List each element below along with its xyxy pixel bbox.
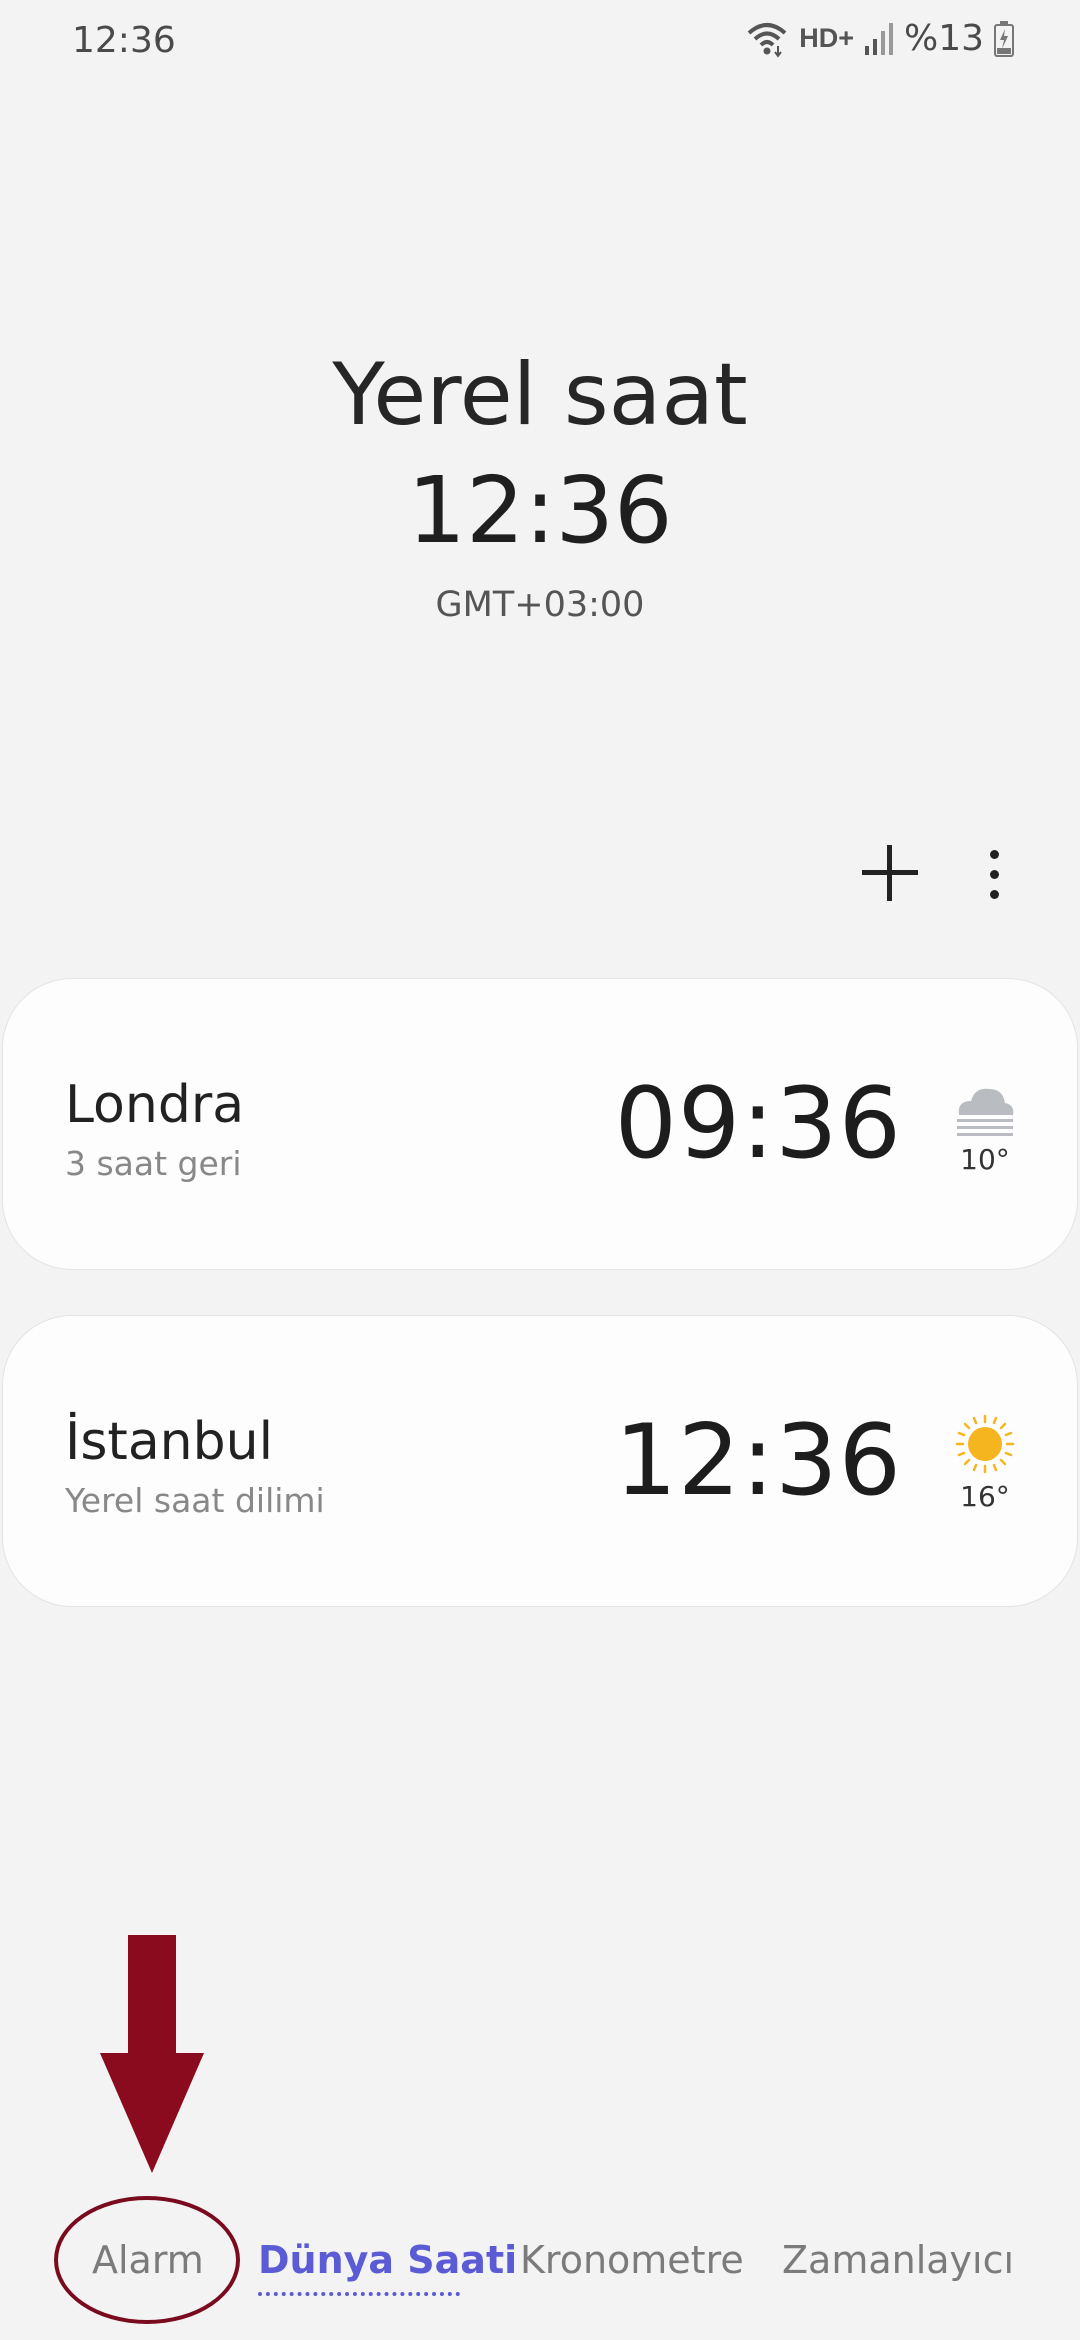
city-time-difference: Yerel saat dilimi: [65, 1481, 325, 1520]
status-time: 12:36: [72, 20, 176, 61]
sun-icon: [955, 1414, 1015, 1474]
city-card-istanbul[interactable]: İstanbul Yerel saat dilimi 12:36 16°: [2, 1315, 1078, 1607]
signal-icon: [864, 22, 893, 55]
more-vertical-icon: [990, 850, 999, 859]
battery-charging-icon: [994, 20, 1014, 57]
network-type-label: HD+: [799, 23, 854, 53]
city-time: 09:36: [614, 1067, 902, 1181]
tab-alarm[interactable]: Alarm: [92, 2238, 204, 2282]
city-card-londra[interactable]: Londra 3 saat geri 09:36 10°: [2, 978, 1078, 1270]
city-time-difference: 3 saat geri: [65, 1144, 242, 1183]
wifi-icon: [747, 22, 787, 58]
tab-world-clock[interactable]: Dünya Saati: [258, 2238, 517, 2282]
local-time-offset: GMT+03:00: [435, 585, 645, 625]
annotation-arrow-icon: [100, 1935, 204, 2173]
tab-stopwatch[interactable]: Kronometre: [520, 2238, 744, 2282]
weather-temperature: 16°: [960, 1480, 1010, 1513]
fog-cloud-icon: [957, 1088, 1014, 1136]
add-city-button[interactable]: [862, 845, 918, 901]
more-dot: [990, 870, 999, 879]
world-clock-screen: 12:36 HD+ %13 Yerel saat 12:36 GMT+03:00…: [0, 0, 1080, 2340]
local-time-title: Yerel saat: [332, 345, 748, 445]
battery-percentage: %13: [903, 18, 984, 59]
city-name: İstanbul: [65, 1412, 274, 1472]
more-options-button[interactable]: [985, 850, 1005, 900]
local-time-clock: 12:36: [407, 457, 673, 564]
status-bar: 12:36 HD+ %13: [0, 0, 1080, 84]
active-tab-indicator: [258, 2292, 460, 2296]
city-time: 12:36: [614, 1404, 902, 1518]
tab-timer[interactable]: Zamanlayıcı: [782, 2238, 1014, 2282]
weather-temperature: 10°: [960, 1143, 1010, 1176]
status-icons: HD+ %13: [745, 18, 1014, 59]
more-dot: [990, 890, 999, 899]
city-name: Londra: [65, 1075, 245, 1135]
